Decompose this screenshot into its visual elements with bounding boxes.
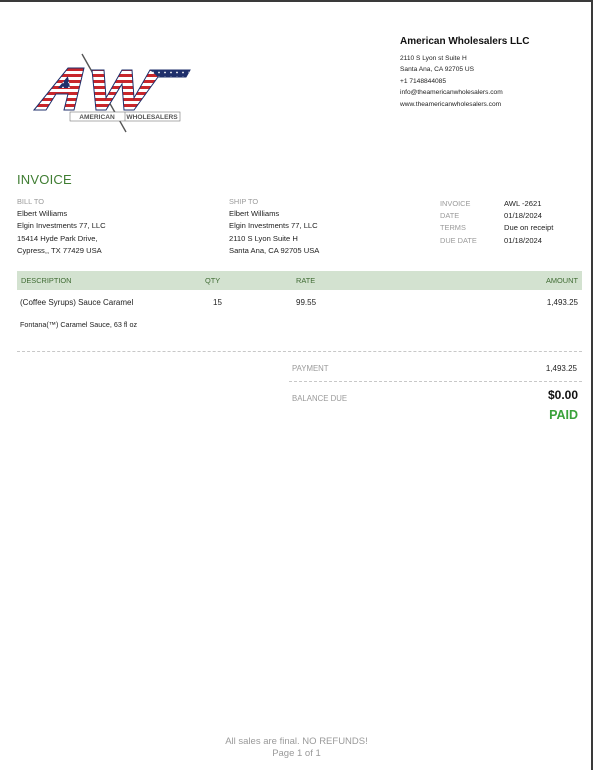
meta-key: TERMS xyxy=(440,223,466,233)
invoice-title: INVOICE xyxy=(17,172,72,187)
meta-row-invoice: INVOICE AWL -2621 xyxy=(440,197,553,209)
bill-to-line: Elbert Williams xyxy=(17,209,68,218)
meta-row-terms: TERMS Due on receipt xyxy=(440,222,553,234)
item-qty: 15 xyxy=(213,298,222,307)
summary-divider xyxy=(289,381,582,382)
ship-to-block: SHIP TO Elbert Williams Elgin Investment… xyxy=(229,197,319,258)
company-email[interactable]: info@theamericanwholesalers.com xyxy=(400,87,529,98)
logo-caption-right: WHOLESALERS xyxy=(126,114,178,121)
meta-key: INVOICE xyxy=(440,198,471,208)
item-rate: 99.55 xyxy=(296,298,317,307)
row-divider xyxy=(17,351,582,352)
header-description: DESCRIPTION xyxy=(21,276,72,285)
balance-due-label: BALANCE DUE xyxy=(292,394,348,403)
paid-status: PAID xyxy=(549,408,578,422)
company-logo: AMERICAN WHOLESALERS xyxy=(30,50,195,135)
bill-to-label: BILL TO xyxy=(17,197,44,206)
meta-value: Due on receipt xyxy=(504,223,554,233)
meta-row-due-date: DUE DATE 01/18/2024 xyxy=(440,234,553,246)
ship-to-label: SHIP TO xyxy=(229,197,259,206)
ship-to-line: 2110 S Lyon Suite H xyxy=(229,233,298,243)
meta-value: AWL -2621 xyxy=(504,198,542,208)
line-items-header: DESCRIPTION QTY RATE AMOUNT xyxy=(17,271,582,290)
bill-to-block: BILL TO Elbert Williams Elgin Investment… xyxy=(17,197,106,258)
meta-key: DUE DATE xyxy=(440,235,477,245)
bill-to-line: Elgin Investments 77, LLC xyxy=(17,221,106,231)
company-info: American Wholesalers LLC 2110 S Lyon st … xyxy=(400,36,529,110)
meta-value: 01/18/2024 xyxy=(504,235,543,245)
meta-value: 01/18/2024 xyxy=(504,211,543,221)
company-address-line-2: Santa Ana, CA 92705 US xyxy=(400,66,475,74)
ship-to-line: Elbert Williams xyxy=(229,209,280,218)
item-amount: 1,493.25 xyxy=(546,298,578,307)
item-description: (Coffee Syrups) Sauce Caramel xyxy=(20,298,134,307)
ship-to-line: Elgin Investments 77, LLC xyxy=(229,221,318,231)
footer-note: All sales are final. NO REFUNDS! xyxy=(225,736,368,747)
payment-value: 1,493.25 xyxy=(545,364,577,373)
balance-due-value: $0.00 xyxy=(547,388,578,402)
page-number: Page 1 of 1 xyxy=(272,748,321,759)
header-qty: QTY xyxy=(205,276,221,285)
bill-to-line: 15414 Hyde Park Drive, xyxy=(17,233,98,243)
company-name: American Wholesalers LLC xyxy=(400,36,530,47)
logo-caption-left: AMERICAN xyxy=(79,114,115,121)
header-rate: RATE xyxy=(296,276,316,285)
payment-label: PAYMENT xyxy=(292,364,329,373)
footer: All sales are final. NO REFUNDS! Page 1 … xyxy=(0,736,593,760)
meta-row-date: DATE 01/18/2024 xyxy=(440,209,553,221)
company-address-line-1: 2110 S Lyon st Suite H xyxy=(400,55,467,62)
item-detail: Fontana(™) Caramel Sauce, 63 fl oz xyxy=(20,320,138,329)
company-phone[interactable]: +1 7148844085 xyxy=(400,76,529,87)
ship-to-line: Santa Ana, CA 92705 USA xyxy=(229,246,320,256)
meta-key: DATE xyxy=(440,211,460,221)
company-website[interactable]: www.theamericanwholesalers.com xyxy=(400,99,529,110)
header-amount: AMOUNT xyxy=(545,276,578,285)
logo-graphic: AMERICAN WHOLESALERS xyxy=(32,53,191,133)
invoice-meta: INVOICE AWL -2621 DATE 01/18/2024 TERMS … xyxy=(440,197,553,247)
bill-to-line: Cypress,, TX 77429 USA xyxy=(17,246,102,256)
